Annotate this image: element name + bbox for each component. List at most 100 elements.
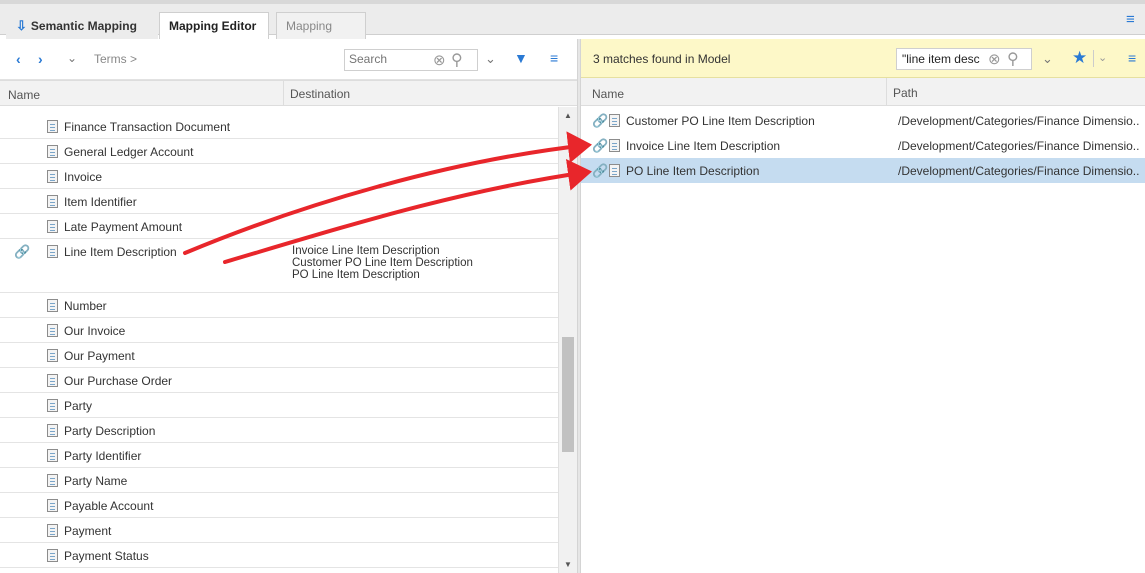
- term-icon: [609, 164, 620, 177]
- column-header-path[interactable]: Path: [886, 78, 924, 105]
- table-row[interactable]: Payable Account: [0, 493, 558, 518]
- chevron-down-icon[interactable]: ⌄: [67, 51, 77, 65]
- term-name: Our Payment: [64, 349, 135, 363]
- search-input[interactable]: [902, 52, 984, 66]
- term-name: Payable Account: [64, 499, 154, 513]
- term-name: Invoice: [64, 170, 103, 184]
- vertical-scrollbar[interactable]: ▲ ▼: [558, 107, 577, 573]
- term-icon: [47, 399, 58, 412]
- back-arrow-icon[interactable]: ‹: [16, 51, 21, 67]
- filter-icon[interactable]: ▼: [514, 50, 528, 66]
- column-header-name[interactable]: Name: [592, 87, 624, 101]
- right-table-header: Name Path: [581, 78, 1145, 106]
- term-icon: [47, 424, 58, 437]
- result-path: /Development/Categories/Finance Dimensio…: [898, 139, 1140, 153]
- term-name: Payment Status: [64, 549, 149, 563]
- star-icon[interactable]: ★: [1072, 48, 1087, 68]
- table-row[interactable]: Invoice: [0, 164, 558, 189]
- term-name: Number: [64, 299, 107, 313]
- clear-icon[interactable]: ⊗: [433, 51, 446, 69]
- table-row[interactable]: Party Description: [0, 418, 558, 443]
- scroll-up-icon[interactable]: ▲: [564, 111, 572, 120]
- term-name: Party Name: [64, 474, 128, 488]
- term-icon: [47, 499, 58, 512]
- result-path: /Development/Categories/Finance Dimensio…: [898, 164, 1140, 178]
- terms-list: Finance Transaction Document General Led…: [0, 114, 558, 568]
- table-row[interactable]: Party Name: [0, 468, 558, 493]
- term-icon: [47, 324, 58, 337]
- tab-mapping-editor[interactable]: Mapping Editor: [159, 12, 269, 40]
- table-row[interactable]: Party Identifier: [0, 443, 558, 468]
- forward-arrow-icon[interactable]: ›: [38, 51, 43, 67]
- scroll-thumb[interactable]: [562, 337, 574, 452]
- left-toolbar: ‹ › ⌄ Terms > ⊗ ⚲ ⌄ ▼ ≡: [0, 39, 577, 80]
- results-list: 🔗 Customer PO Line Item Description /Dev…: [581, 108, 1145, 183]
- tab-label: Mapping Editor: [169, 19, 257, 33]
- table-row-selected[interactable]: 🔗 PO Line Item Description /Development/…: [581, 158, 1145, 183]
- table-row[interactable]: Our Invoice: [0, 318, 558, 343]
- table-row[interactable]: 🔗 Invoice Line Item Description /Develop…: [581, 133, 1145, 158]
- search-input[interactable]: [349, 52, 399, 66]
- term-name: Finance Transaction Document: [64, 120, 231, 134]
- result-name: Invoice Line Item Description: [626, 139, 781, 153]
- term-name: Line Item Description: [64, 245, 177, 259]
- table-row[interactable]: Finance Transaction Document: [0, 114, 558, 139]
- tab-mapping-reporter[interactable]: Mapping Reporter: [276, 12, 366, 59]
- menu-icon[interactable]: ≡: [1128, 51, 1136, 66]
- term-icon: [47, 220, 58, 233]
- term-icon: [47, 299, 58, 312]
- table-row[interactable]: Payment Status: [0, 543, 558, 568]
- result-name: Customer PO Line Item Description: [626, 114, 815, 128]
- table-row[interactable]: Party: [0, 393, 558, 418]
- search-icon[interactable]: ⚲: [451, 50, 463, 70]
- term-name: Late Payment Amount: [64, 220, 183, 234]
- term-name: Item Identifier: [64, 195, 137, 209]
- term-name: Our Purchase Order: [64, 374, 173, 388]
- term-name: Payment: [64, 524, 112, 538]
- term-icon: [47, 374, 58, 387]
- destination-item: Customer PO Line Item Description: [292, 257, 473, 269]
- column-header-name[interactable]: Name: [8, 88, 40, 102]
- term-icon: [47, 474, 58, 487]
- result-path: /Development/Categories/Finance Dimensio…: [898, 114, 1140, 128]
- link-icon: 🔗: [14, 244, 31, 259]
- destination-item: PO Line Item Description: [292, 269, 420, 281]
- column-header-destination[interactable]: Destination: [283, 81, 356, 106]
- breadcrumb[interactable]: Terms >: [94, 52, 137, 66]
- header-corner: [558, 80, 577, 106]
- table-row[interactable]: Our Payment: [0, 343, 558, 368]
- chevron-down-icon[interactable]: ⌄: [1098, 51, 1107, 64]
- term-icon: [47, 524, 58, 537]
- tab-semantic-mapping[interactable]: ⇩ Semantic Mapping: [6, 12, 158, 39]
- chevron-down-icon[interactable]: ⌄: [1042, 51, 1053, 67]
- table-row[interactable]: Number: [0, 293, 558, 318]
- result-name: PO Line Item Description: [626, 164, 760, 178]
- search-icon[interactable]: ⚲: [1007, 49, 1019, 69]
- table-row[interactable]: Our Purchase Order: [0, 368, 558, 393]
- table-row[interactable]: General Ledger Account: [0, 139, 558, 164]
- link-icon: 🔗: [592, 113, 609, 128]
- term-icon: [609, 114, 620, 127]
- table-row[interactable]: Payment: [0, 518, 558, 543]
- term-icon: [609, 139, 620, 152]
- menu-icon[interactable]: ≡: [1126, 12, 1135, 27]
- term-icon: [47, 145, 58, 158]
- chevron-down-icon[interactable]: ⌄: [485, 51, 496, 67]
- link-icon: 🔗: [592, 138, 609, 153]
- table-row[interactable]: 🔗 Customer PO Line Item Description /Dev…: [581, 108, 1145, 133]
- download-arrow-icon: ⇩: [16, 18, 27, 33]
- term-icon: [47, 120, 58, 133]
- term-icon: [47, 195, 58, 208]
- table-row[interactable]: Item Identifier: [0, 189, 558, 214]
- link-icon: 🔗: [592, 163, 609, 178]
- term-icon: [47, 349, 58, 362]
- destination-item: Invoice Line Item Description: [292, 245, 440, 257]
- term-icon: [47, 245, 58, 258]
- term-name: Party Description: [64, 424, 156, 438]
- table-row[interactable]: 🔗 Line Item Description Invoice Line Ite…: [0, 239, 558, 293]
- scroll-down-icon[interactable]: ▼: [564, 560, 572, 569]
- table-row[interactable]: Late Payment Amount: [0, 214, 558, 239]
- term-name: Party: [64, 399, 93, 413]
- menu-icon[interactable]: ≡: [550, 51, 558, 66]
- clear-icon[interactable]: ⊗: [988, 50, 1001, 68]
